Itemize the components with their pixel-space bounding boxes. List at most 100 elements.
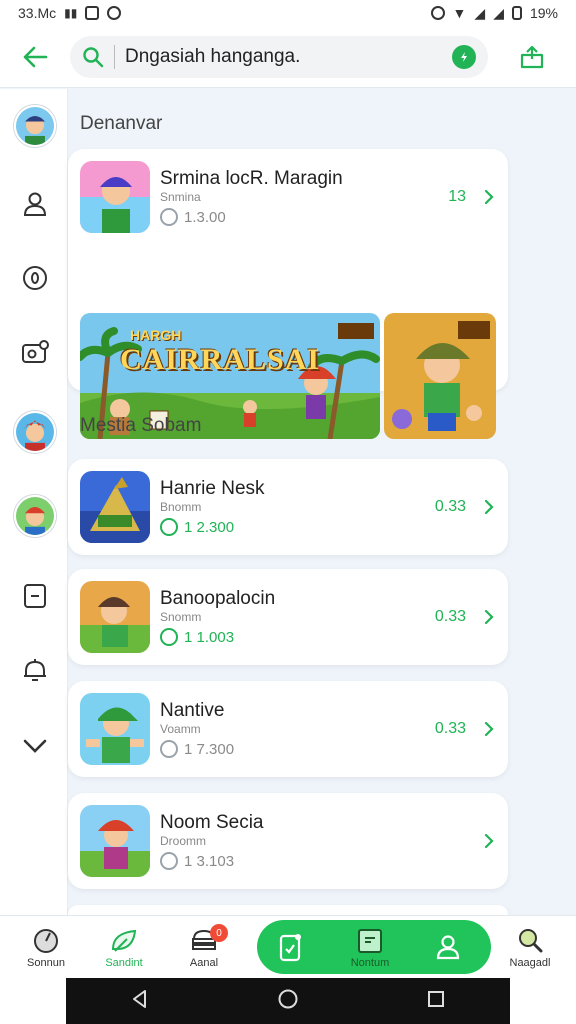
featured-row[interactable]: Srmina locR. Maragin Snmina 1.3.00 13 <box>80 149 496 245</box>
app-meta: 1 7.300 <box>160 740 435 758</box>
nav-label: Naagadl <box>509 957 551 969</box>
app-title: Nantive <box>160 700 225 721</box>
app-row[interactable]: Nantive Voamm 1 7.300 0.33 <box>80 681 496 777</box>
recents-square-icon <box>428 990 445 1007</box>
chevron-right-icon <box>484 190 494 204</box>
app-title: Hanrie Nesk <box>160 478 265 499</box>
app-subtitle: Droomm <box>160 834 207 848</box>
download-icon <box>160 518 178 536</box>
nav-item-sonnun[interactable]: Sonnun <box>6 922 86 974</box>
system-back-button[interactable] <box>130 989 150 1014</box>
chevron-down-icon <box>23 739 47 753</box>
search-bar[interactable]: Dngasiah hanganga. <box>70 35 488 78</box>
chevron-right-icon <box>484 834 494 848</box>
app-price: 0.33 <box>434 608 466 625</box>
sidebar-avatar-1[interactable] <box>14 105 56 147</box>
nav-item-naagadl[interactable]: Naagadl <box>490 922 570 974</box>
meta-value: 1.3.00 <box>184 208 226 226</box>
nav-item-nontum[interactable]: Nontum <box>330 922 410 974</box>
status-bar: 33.Mc ▮▮ ▼ ◢ ◢ 19% <box>0 0 576 26</box>
sidebar-item-minus[interactable] <box>14 575 56 617</box>
voice-search-icon[interactable] <box>452 44 476 69</box>
leaf-icon <box>111 929 137 952</box>
app-meta: 1 1.003 <box>160 628 435 646</box>
system-home-button[interactable] <box>277 988 299 1015</box>
minus-box-icon <box>24 584 46 608</box>
app-row[interactable]: Noom Secia Droomm 1 3.103 <box>80 793 496 889</box>
app-icon <box>80 471 150 543</box>
app-card: Nantive Voamm 1 7.300 0.33 <box>68 681 508 777</box>
chevron-right-icon <box>484 500 494 514</box>
system-recents-button[interactable] <box>426 989 446 1014</box>
back-button[interactable] <box>0 26 70 88</box>
meta-value: 1 7.300 <box>184 740 235 758</box>
main-content: Denanvar Srmina locR. Maragin Snmina 1.3… <box>68 89 576 915</box>
sidebar-item-notify[interactable] <box>14 649 56 691</box>
app-price: 13 <box>448 188 466 205</box>
nav-item-aanal[interactable]: Aanal 0 <box>164 922 244 974</box>
magnifier-icon <box>519 929 543 953</box>
meta-value: 1 3.103 <box>184 852 235 870</box>
banner-tag: HARGH <box>130 327 182 343</box>
wifi-icon: ▼ <box>452 5 467 21</box>
card-icon <box>358 929 382 953</box>
share-button[interactable] <box>488 26 576 88</box>
sidebar-avatar-3[interactable] <box>14 495 56 537</box>
top-bar: Dngasiah hanganga. <box>0 26 576 88</box>
app-info: Nantive Voamm 1 7.300 <box>160 700 435 758</box>
compass-icon <box>34 929 58 953</box>
system-nav-bar <box>66 978 510 1024</box>
app-row[interactable]: Banoopalocin Snomm 1 1.003 0.33 <box>80 569 496 665</box>
sync-icon <box>107 6 122 20</box>
search-input[interactable]: Dngasiah hanganga. <box>125 46 442 68</box>
meta-value: 1 2.300 <box>184 518 235 536</box>
sidebar-avatar-2[interactable] <box>14 411 56 453</box>
app-meta: 1 2.300 <box>160 518 435 536</box>
bell-icon <box>24 659 46 681</box>
nav-item-profile[interactable] <box>408 922 488 974</box>
coin-icon <box>23 266 47 290</box>
chevron-right-icon <box>484 722 494 736</box>
app-card-partial <box>68 905 508 915</box>
nav-item-phone[interactable] <box>250 922 330 974</box>
alarm-icon <box>430 6 445 20</box>
section-title-2: Mestia Sobam <box>80 415 202 436</box>
app-icon <box>80 805 150 877</box>
status-time: 33.Mc <box>18 5 57 21</box>
app-subtitle: Snomm <box>160 610 202 624</box>
system-nav-right-gap <box>510 978 576 1024</box>
sidebar-item-profile[interactable] <box>14 183 56 225</box>
app-subtitle: Bnomm <box>160 500 202 514</box>
promo-banner-2[interactable] <box>384 313 496 439</box>
app-title: Banoopalocin <box>160 588 276 609</box>
search-icon <box>83 46 104 67</box>
chevron-right-icon <box>484 610 494 624</box>
sidebar-item-coin[interactable] <box>14 257 56 299</box>
sidebar-item-camera[interactable] <box>14 331 56 373</box>
app-info: Noom Secia Droomm 1 3.103 <box>160 812 466 870</box>
meta-value: 1 1.003 <box>184 628 235 646</box>
home-circle-icon <box>278 989 298 1008</box>
app-info: Hanrie Nesk Bnomm 1 2.300 <box>160 478 435 536</box>
app-subtitle: Voamm <box>160 722 201 736</box>
nav-label: Aanal <box>189 957 219 969</box>
arrow-left-icon <box>23 46 48 67</box>
app-row[interactable]: Hanrie Nesk Bnomm 1 2.300 0.33 <box>80 459 496 555</box>
share-icon <box>520 45 544 68</box>
app-meta: 1.3.00 <box>160 208 448 226</box>
app-icon <box>80 693 150 765</box>
nav-label: Sandint <box>105 957 143 969</box>
battery-icon <box>511 6 522 20</box>
app-meta: 1 3.103 <box>160 852 466 870</box>
sidebar <box>0 89 68 915</box>
nav-label: Sonnun <box>27 957 65 969</box>
person-icon <box>23 192 47 216</box>
app-icon <box>80 161 150 233</box>
triangle-back-icon <box>132 989 146 1008</box>
section-title: Denanvar <box>80 113 163 134</box>
app-icon <box>80 581 150 653</box>
person-icon <box>436 935 460 960</box>
app-price: 0.33 <box>434 720 466 737</box>
sidebar-expand[interactable] <box>14 725 56 767</box>
nav-item-sandint[interactable]: Sandint <box>84 922 164 974</box>
